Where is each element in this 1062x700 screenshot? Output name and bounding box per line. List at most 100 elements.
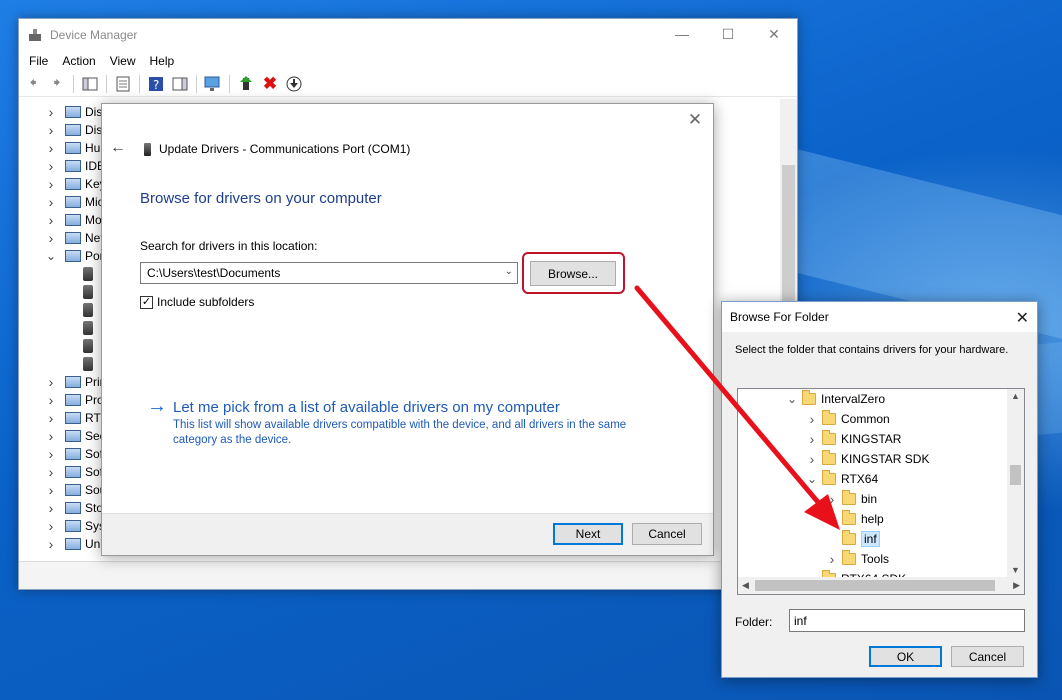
chevron-right-icon[interactable]: › bbox=[806, 451, 818, 467]
chevron-right-icon[interactable]: › bbox=[45, 374, 57, 390]
scroll-right-icon[interactable]: ▶ bbox=[1013, 580, 1020, 591]
folder-tree-vertical-scrollbar[interactable]: ▲ ▼ bbox=[1007, 389, 1024, 577]
communications-port-icon[interactable] bbox=[83, 285, 93, 299]
include-subfolders-option[interactable]: ✓ Include subfolders bbox=[140, 295, 254, 309]
device-category-row[interactable]: ⌄ Por bbox=[19, 247, 104, 265]
chevron-right-icon[interactable]: › bbox=[806, 431, 818, 447]
chevron-right-icon[interactable]: › bbox=[45, 446, 57, 462]
chevron-right-icon[interactable]: › bbox=[826, 551, 838, 567]
scroll-left-icon[interactable]: ◀ bbox=[742, 580, 749, 591]
update-driver-icon[interactable] bbox=[236, 74, 256, 94]
chevron-down-icon[interactable]: ⌄ bbox=[505, 266, 513, 277]
folder-tree-horizontal-scrollbar[interactable]: ◀ ▶ bbox=[738, 577, 1024, 594]
device-category-row[interactable]: › Hum bbox=[19, 139, 111, 157]
folder-tree-item[interactable]: inf bbox=[826, 529, 880, 549]
device-category-row[interactable]: › Pro bbox=[19, 391, 104, 409]
folder-tree-item[interactable]: › Tools bbox=[826, 549, 889, 569]
help-icon[interactable]: ? bbox=[146, 74, 166, 94]
communications-port-icon[interactable] bbox=[83, 339, 93, 353]
chevron-right-icon[interactable]: › bbox=[45, 158, 57, 174]
device-category-row[interactable]: › Sou bbox=[19, 481, 107, 499]
forward-icon[interactable]: 🠺 bbox=[47, 74, 67, 94]
communications-port-icon[interactable] bbox=[83, 357, 93, 371]
include-subfolders-checkbox[interactable]: ✓ bbox=[140, 295, 153, 309]
device-manager-titlebar[interactable]: Device Manager — ☐ ✕ bbox=[19, 19, 797, 51]
device-category-row[interactable]: › Stor bbox=[19, 499, 107, 517]
communications-port-icon[interactable] bbox=[83, 321, 93, 335]
scrollbar-thumb[interactable] bbox=[1010, 465, 1021, 485]
folder-tree-item[interactable]: › help bbox=[826, 509, 884, 529]
maximize-button[interactable]: ☐ bbox=[705, 19, 751, 49]
menu-view[interactable]: View bbox=[103, 54, 143, 68]
back-arrow-icon[interactable]: ← bbox=[110, 139, 126, 157]
scrollbar-thumb[interactable] bbox=[755, 580, 995, 591]
scroll-down-icon[interactable]: ▼ bbox=[1011, 565, 1020, 575]
folder-tree-item[interactable]: › KINGSTAR bbox=[806, 429, 901, 449]
chevron-right-icon[interactable]: › bbox=[45, 122, 57, 138]
device-category-row[interactable]: › RTX bbox=[19, 409, 109, 427]
pick-from-list-link[interactable]: Let me pick from a list of available dri… bbox=[173, 399, 560, 416]
chevron-right-icon[interactable]: › bbox=[45, 140, 57, 156]
chevron-down-icon[interactable]: ⌄ bbox=[806, 472, 818, 486]
chevron-right-icon[interactable]: › bbox=[45, 176, 57, 192]
cancel-button[interactable]: Cancel bbox=[951, 646, 1024, 667]
device-category-row[interactable]: › Mic bbox=[19, 193, 104, 211]
communications-port-icon[interactable] bbox=[83, 303, 93, 317]
minimize-button[interactable]: — bbox=[659, 19, 705, 49]
device-category-row[interactable]: › Disk bbox=[19, 103, 109, 121]
chevron-right-icon[interactable]: › bbox=[45, 104, 57, 120]
folder-tree-item[interactable]: › Common bbox=[806, 409, 890, 429]
device-category-row[interactable]: › Prin bbox=[19, 373, 107, 391]
folder-tree-item[interactable]: ⌄ RTX64 bbox=[806, 469, 878, 489]
menu-help[interactable]: Help bbox=[143, 54, 182, 68]
chevron-right-icon[interactable]: › bbox=[45, 428, 57, 444]
chevron-right-icon[interactable]: › bbox=[45, 212, 57, 228]
device-category-row[interactable]: › Uni bbox=[19, 535, 103, 553]
browse-for-folder-titlebar[interactable]: Browse For Folder ✕ bbox=[722, 302, 1037, 332]
device-category-row[interactable]: › Soft bbox=[19, 463, 107, 481]
chevron-right-icon[interactable]: › bbox=[45, 536, 57, 552]
close-icon[interactable]: ✕ bbox=[685, 110, 705, 130]
back-icon[interactable]: 🠸 bbox=[23, 74, 43, 94]
download-icon[interactable] bbox=[284, 74, 304, 94]
cancel-button[interactable]: Cancel bbox=[632, 523, 702, 545]
chevron-right-icon[interactable]: › bbox=[45, 410, 57, 426]
scan-hardware-icon[interactable] bbox=[203, 74, 223, 94]
device-category-row[interactable]: › Disp bbox=[19, 121, 109, 139]
folder-tree-item[interactable]: ⌄ IntervalZero bbox=[786, 389, 885, 409]
uninstall-device-icon[interactable]: ✖ bbox=[260, 74, 280, 94]
menu-file[interactable]: File bbox=[22, 54, 55, 68]
chevron-right-icon[interactable]: › bbox=[45, 464, 57, 480]
communications-port-icon[interactable] bbox=[83, 267, 93, 281]
device-category-row[interactable]: › Mo bbox=[19, 211, 102, 229]
chevron-right-icon[interactable]: › bbox=[45, 482, 57, 498]
close-icon[interactable]: ✕ bbox=[1016, 308, 1029, 328]
action-pane-icon[interactable] bbox=[170, 74, 190, 94]
device-category-row[interactable]: › Sec bbox=[19, 427, 106, 445]
chevron-right-icon[interactable]: › bbox=[826, 511, 838, 527]
ok-button[interactable]: OK bbox=[869, 646, 942, 667]
chevron-right-icon[interactable]: › bbox=[45, 194, 57, 210]
browse-button[interactable]: Browse... bbox=[530, 261, 616, 286]
chevron-down-icon[interactable]: ⌄ bbox=[786, 392, 798, 406]
menu-action[interactable]: Action bbox=[55, 54, 102, 68]
device-category-row[interactable]: › Soft bbox=[19, 445, 107, 463]
arrow-right-icon[interactable]: → bbox=[147, 396, 167, 416]
close-button[interactable]: ✕ bbox=[751, 19, 797, 49]
folder-input[interactable]: inf bbox=[789, 609, 1025, 632]
chevron-right-icon[interactable]: › bbox=[45, 518, 57, 534]
chevron-right-icon[interactable]: › bbox=[826, 491, 838, 507]
device-category-row[interactable]: › Key bbox=[19, 175, 106, 193]
scroll-up-icon[interactable]: ▲ bbox=[1011, 391, 1020, 401]
chevron-right-icon[interactable]: › bbox=[45, 500, 57, 516]
device-category-row[interactable]: › IDE bbox=[19, 157, 105, 175]
folder-tree-item[interactable]: › bin bbox=[826, 489, 877, 509]
next-button[interactable]: Next bbox=[553, 523, 623, 545]
chevron-right-icon[interactable]: › bbox=[45, 230, 57, 246]
device-category-row[interactable]: › Syst bbox=[19, 517, 109, 535]
chevron-down-icon[interactable]: ⌄ bbox=[45, 249, 57, 263]
properties-icon[interactable] bbox=[113, 74, 133, 94]
chevron-right-icon[interactable]: › bbox=[806, 411, 818, 427]
folder-tree-item[interactable]: › KINGSTAR SDK bbox=[806, 449, 929, 469]
chevron-right-icon[interactable]: › bbox=[45, 392, 57, 408]
